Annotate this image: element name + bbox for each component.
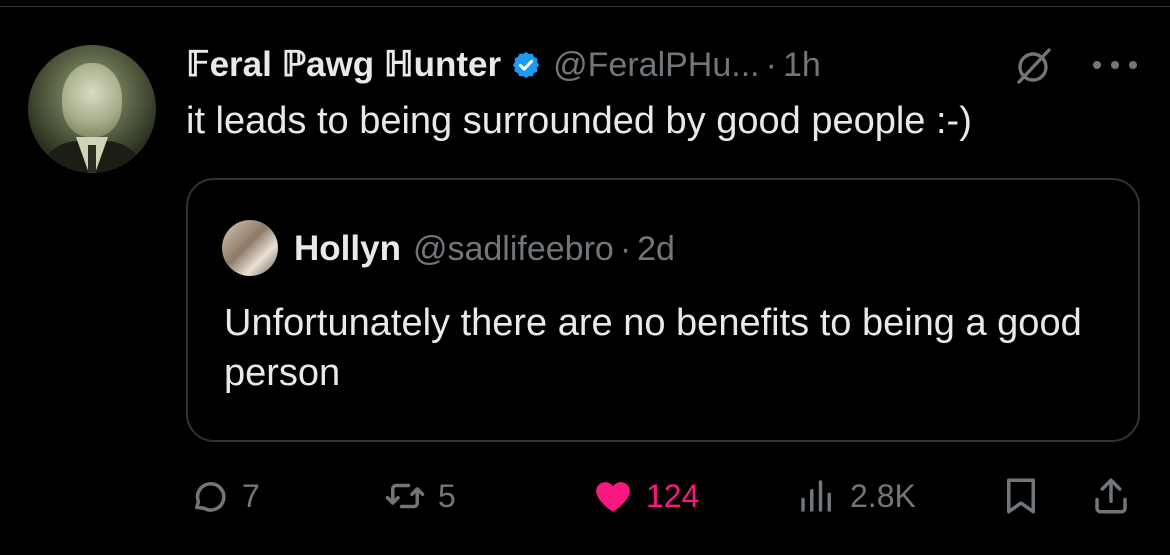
reply-button[interactable]: 7 bbox=[188, 474, 260, 518]
reply-icon bbox=[195, 482, 226, 512]
author-name[interactable]: 𝔽eral ℙawg ℍunter bbox=[186, 45, 501, 85]
like-button[interactable]: 124 bbox=[592, 474, 699, 518]
avatar-tie bbox=[88, 145, 96, 173]
action-bar: 7 5 124 2.8K bbox=[0, 468, 1170, 524]
header-separator: · bbox=[765, 45, 777, 84]
quoted-author-avatar[interactable] bbox=[222, 220, 278, 276]
quoted-tweet-time[interactable]: 2d bbox=[637, 230, 675, 269]
quoted-tweet[interactable]: Hollyn @sadlifeebro · 2d Unfortunately t… bbox=[186, 178, 1140, 442]
tweet-header: 𝔽eral ℙawg ℍunter @FeralPHu... · 1h bbox=[186, 40, 821, 90]
grok-icon[interactable] bbox=[1013, 46, 1053, 86]
like-count: 124 bbox=[646, 477, 700, 514]
more-icon[interactable] bbox=[1090, 58, 1140, 72]
author-avatar[interactable] bbox=[28, 45, 156, 173]
views-icon bbox=[801, 480, 831, 512]
share-button[interactable] bbox=[1090, 474, 1132, 518]
quoted-author-handle[interactable]: @sadlifeebro bbox=[413, 230, 614, 269]
verified-badge-icon[interactable] bbox=[511, 50, 541, 80]
tweet-text: it leads to being surrounded by good peo… bbox=[186, 100, 972, 142]
quoted-tweet-header: Hollyn @sadlifeebro · 2d bbox=[294, 224, 675, 274]
quoted-header-separator: · bbox=[619, 229, 632, 268]
quoted-author-name[interactable]: Hollyn bbox=[294, 229, 401, 269]
views-count: 2.8K bbox=[850, 477, 916, 514]
share-icon bbox=[1095, 478, 1127, 514]
avatar-face bbox=[62, 63, 122, 137]
quoted-tweet-text: Unfortunately there are no benefits to b… bbox=[224, 302, 1082, 394]
repost-button[interactable]: 5 bbox=[384, 474, 456, 518]
repost-count: 5 bbox=[438, 477, 456, 514]
reply-count: 7 bbox=[242, 477, 260, 514]
top-divider bbox=[0, 6, 1170, 7]
views-button[interactable]: 2.8K bbox=[796, 474, 916, 518]
bookmark-button[interactable] bbox=[1000, 474, 1042, 518]
author-handle[interactable]: @FeralPHu... bbox=[553, 46, 759, 85]
bookmark-icon bbox=[1007, 478, 1035, 514]
tweet-time[interactable]: 1h bbox=[783, 46, 821, 85]
heart-icon bbox=[596, 482, 630, 512]
repost-icon bbox=[385, 483, 425, 509]
